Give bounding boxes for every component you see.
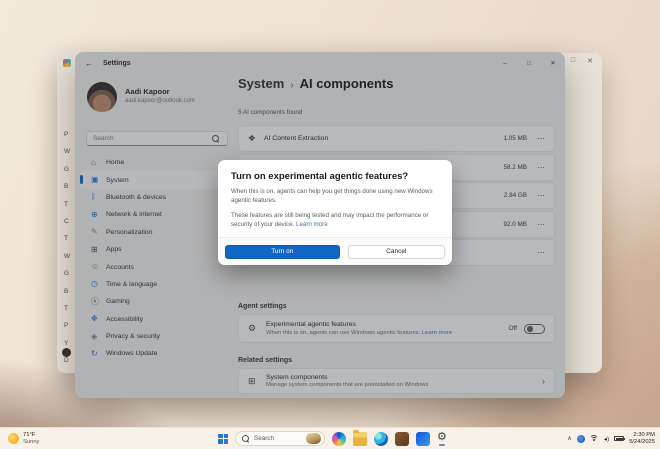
- learn-more-link[interactable]: Learn more: [296, 221, 328, 228]
- dialog-title: Turn on experimental agentic features?: [218, 160, 452, 182]
- edge-browser-icon[interactable]: [374, 432, 388, 446]
- weather-condition: Sunny: [23, 439, 39, 446]
- dialog-footer: Turn on Cancel: [218, 237, 452, 265]
- taskbar-search[interactable]: Search: [235, 431, 325, 446]
- system-tray: ∧ ◂) 2:30 PM 5/24/2025: [567, 428, 655, 449]
- search-highlight-image: [306, 433, 321, 444]
- weather-widget[interactable]: 71°F Sunny: [8, 432, 39, 445]
- background-sidebar-text: P W G B T C T W G B T P Y D: [64, 131, 70, 374]
- wifi-icon[interactable]: [590, 435, 599, 442]
- app-icon[interactable]: [416, 432, 430, 446]
- weather-temperature: 71°F: [23, 432, 39, 439]
- turn-on-button[interactable]: Turn on: [225, 245, 340, 259]
- clock[interactable]: 2:30 PM 5/24/2025: [629, 432, 655, 446]
- sun-icon: [8, 433, 19, 444]
- file-explorer-icon[interactable]: [353, 432, 367, 446]
- taskbar: 71°F Sunny Search ⚙ ∧ ◂) 2:30 PM 5/24/20…: [0, 427, 660, 449]
- copilot-icon[interactable]: [332, 432, 346, 446]
- avatar: [62, 348, 71, 357]
- maximize-button[interactable]: □: [571, 57, 575, 65]
- volume-icon[interactable]: ◂): [604, 435, 609, 443]
- tray-date: 5/24/2025: [629, 439, 655, 446]
- cancel-button[interactable]: Cancel: [348, 245, 445, 259]
- gear-icon: ⚙: [437, 431, 447, 443]
- settings-taskbar-icon[interactable]: ⚙: [437, 431, 447, 445]
- agentic-features-dialog: Turn on experimental agentic features? W…: [218, 160, 452, 265]
- settings-window: ← Settings – □ ✕ Aadi Kapoor aadi.kapoor…: [75, 52, 565, 398]
- tray-app-icon[interactable]: [577, 435, 585, 443]
- hidden-icons-chevron[interactable]: ∧: [567, 435, 571, 442]
- settings-app-icon: [63, 59, 71, 67]
- active-app-indicator: [439, 444, 445, 446]
- battery-icon[interactable]: [614, 436, 624, 441]
- search-icon: [242, 435, 250, 443]
- app-icon[interactable]: [395, 432, 409, 446]
- tray-time: 2:30 PM: [633, 432, 655, 439]
- close-icon[interactable]: ✕: [587, 57, 593, 65]
- start-button[interactable]: [218, 434, 228, 444]
